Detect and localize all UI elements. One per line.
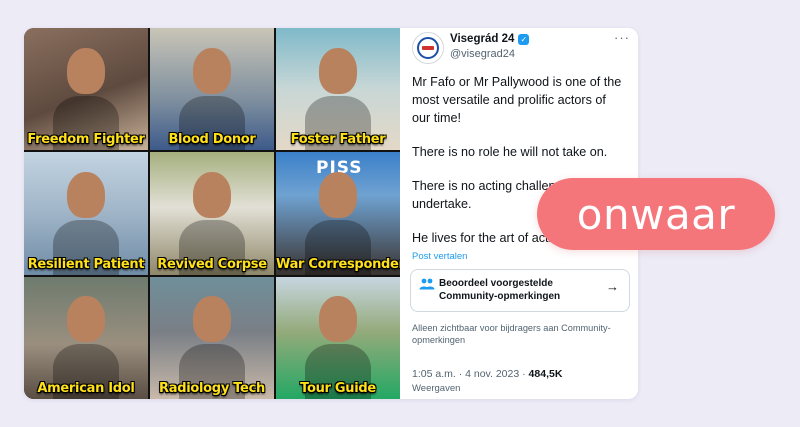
collage-tile: Foster Father: [276, 28, 400, 151]
community-notes-label: Beoordeel voorgestelde Community-opmerki…: [439, 278, 561, 302]
collage-tile: Tour Guide: [276, 276, 400, 399]
collage-tile: PISS War Correspondent: [276, 152, 400, 275]
tweet-timestamp[interactable]: 1:05 a.m. · 4 nov. 2023 ·: [412, 368, 526, 380]
person-photo: [53, 47, 119, 151]
person-photo: [305, 296, 371, 399]
tile-caption: Foster Father: [290, 132, 386, 148]
tile-caption: Revived Corpse: [157, 256, 267, 272]
tweet-line: Mr Fafo or Mr Pallywood is one of the: [412, 75, 622, 89]
arrow-right-icon: →: [606, 279, 619, 294]
collage-tile: American Idol: [24, 276, 148, 399]
author-handle[interactable]: @visegrad24: [450, 48, 515, 60]
views-label: Weergaven: [412, 383, 461, 394]
translate-link[interactable]: Post vertalen: [412, 251, 467, 262]
community-notes-button[interactable]: Beoordeel voorgestelde Community-opmerki…: [410, 269, 630, 312]
avatar[interactable]: [412, 32, 444, 64]
verdict-stamp: onwaar: [537, 178, 775, 250]
image-collage: Freedom Fighter Blood Donor Foster Fathe…: [24, 28, 400, 399]
tweet-line: most versatile and prolific actors of: [412, 93, 606, 107]
author-name[interactable]: Visegrád 24: [450, 33, 514, 45]
tile-caption: Radiology Tech: [159, 381, 265, 396]
tile-caption: Tour Guide: [300, 381, 376, 396]
person-photo: [53, 296, 119, 399]
tile-caption: War Correspondent: [276, 256, 400, 272]
view-count: 484,5K: [528, 368, 563, 380]
tile-caption: Freedom Fighter: [27, 132, 145, 148]
collage-tile: Resilient Patient: [24, 152, 148, 275]
tile-caption: Blood Donor: [168, 132, 256, 148]
person-photo: [305, 47, 371, 151]
author-row: Visegrád 24 ✓: [450, 33, 530, 45]
person-photo: [305, 171, 371, 275]
logo-icon: [417, 37, 439, 59]
collage-tile: Freedom Fighter: [24, 28, 148, 151]
more-options-icon[interactable]: ···: [614, 30, 630, 45]
person-photo: [179, 171, 245, 275]
tweet-line: our time!: [412, 111, 461, 125]
collage-tile: Radiology Tech: [150, 276, 274, 399]
people-icon: [419, 278, 435, 290]
person-photo: [53, 171, 119, 275]
tweet-paragraph: Mr Fafo or Mr Pallywood is one of the mo…: [412, 73, 638, 127]
visibility-note: Alleen zichtbaar voor bijdragers aan Com…: [412, 323, 611, 345]
verified-badge-icon: ✓: [518, 33, 530, 45]
tweet-line: There is no role he will not take on.: [412, 145, 608, 159]
tile-caption: American Idol: [37, 381, 135, 396]
collage-tile: Revived Corpse: [150, 152, 274, 275]
person-photo: [179, 296, 245, 399]
tweet-meta: 1:05 a.m. · 4 nov. 2023 · 484,5K: [412, 368, 562, 380]
person-photo: [179, 47, 245, 151]
collage-tile: Blood Donor: [150, 28, 274, 151]
tile-caption: Resilient Patient: [27, 256, 145, 272]
tweet-paragraph: There is no role he will not take on.: [412, 143, 638, 161]
tweet-line: undertake.: [412, 197, 472, 211]
